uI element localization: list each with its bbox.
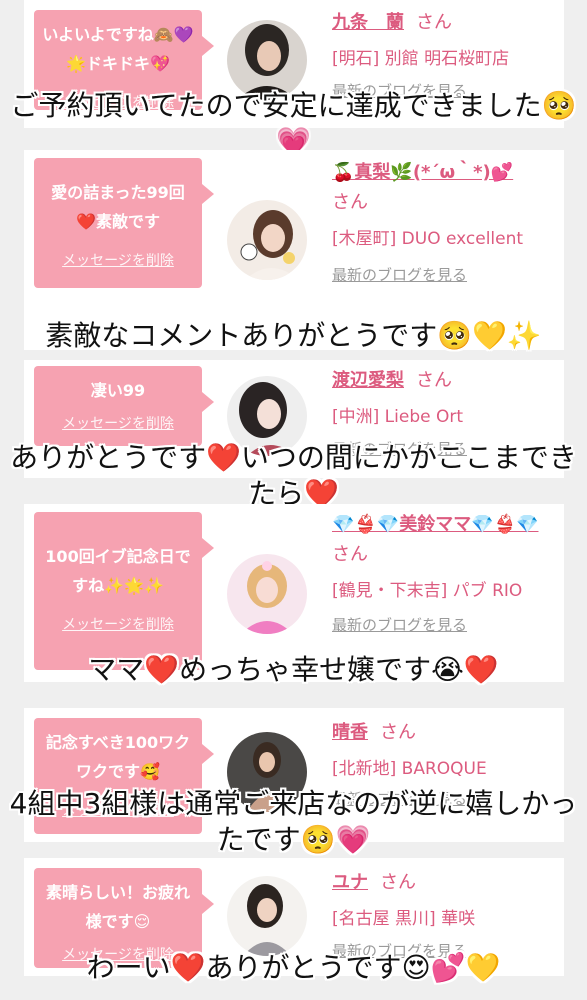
- honorific: さん: [380, 722, 416, 743]
- cast-name-link[interactable]: ユナ: [332, 872, 368, 893]
- woman-portrait-icon: [227, 876, 307, 956]
- message-text: 100回イブ記念日ですね✨🌟✨: [45, 547, 191, 595]
- message-bubble: 愛の詰まった99回❤️素敵です メッセージを削除: [34, 158, 214, 288]
- overlay-caption: 素敵なコメントありがとうです🥺💛✨: [45, 319, 542, 352]
- honorific: さん: [416, 370, 452, 391]
- woman-portrait-icon: [227, 200, 307, 280]
- latest-blog-link[interactable]: 最新のブログを見る: [332, 264, 554, 286]
- cast-info: 💎👙💎美鈴ママ💎👙💎 さん [鶴見・下末吉] パブ RIO 最新のブログを見る: [332, 510, 554, 636]
- shop-name: [木屋町] DUO excellent: [332, 229, 524, 249]
- avatar[interactable]: [227, 554, 307, 634]
- honorific: さん: [332, 544, 368, 565]
- delete-message-link[interactable]: メッセージを削除: [62, 614, 174, 634]
- message-text: いよいよですね🙈💜🌟ドキドキ💖: [42, 25, 194, 73]
- overlay-caption: 4組中3組様は通常ご来店なのが逆に嬉しかったです🥺💗: [9, 787, 578, 856]
- message-text: 愛の詰まった99回❤️素敵です: [51, 183, 185, 231]
- message-bubble: 凄い99 メッセージを削除: [34, 366, 214, 446]
- cast-name-link[interactable]: 渡辺愛梨: [332, 370, 404, 391]
- overlay-caption: ママ❤️めっちゃ幸せ嬢です😭❤️: [88, 653, 499, 686]
- message-bubble: 100回イブ記念日ですね✨🌟✨ メッセージを削除: [34, 512, 214, 670]
- cast-name-link[interactable]: 晴香: [332, 722, 368, 743]
- honorific: さん: [332, 192, 368, 213]
- message-text: 素晴らしい！お疲れ様です😌: [45, 883, 190, 931]
- shop-name: [明石] 別館 明石桜町店: [332, 49, 510, 69]
- shop-name: [中洲] Liebe Ort: [332, 407, 464, 427]
- avatar[interactable]: [227, 876, 307, 956]
- shop-name: [名古屋 黒川] 華咲: [332, 909, 476, 929]
- honorific: さん: [416, 12, 452, 33]
- cast-info: 🍒真梨🌿(*´ω｀*)💕 さん [木屋町] DUO excellent 最新のブ…: [332, 158, 554, 286]
- delete-message-link[interactable]: メッセージを削除: [62, 250, 174, 270]
- message-text: 記念すべき100ワクワクです🥰: [45, 733, 191, 781]
- latest-blog-link[interactable]: 最新のブログを見る: [332, 614, 554, 636]
- cast-info: ユナ さん [名古屋 黒川] 華咲 最新のブログを見る: [332, 868, 554, 962]
- cast-name-link[interactable]: 🍒真梨🌿(*´ω｀*)💕: [332, 162, 513, 183]
- overlay-caption: わーい❤️ありがとうです😍💕💛: [86, 951, 501, 984]
- shop-name: [北新地] BAROQUE: [332, 759, 487, 779]
- delete-message-link[interactable]: メッセージを削除: [62, 413, 174, 433]
- woman-portrait-icon: [227, 554, 307, 634]
- message-text: 凄い99: [90, 381, 146, 400]
- avatar[interactable]: [227, 200, 307, 280]
- shop-name: [鶴見・下末吉] パブ RIO: [332, 581, 523, 601]
- overlay-caption: ありがとうです❤️いつの間にかかここまできたら❤️: [10, 441, 577, 510]
- honorific: さん: [380, 872, 416, 893]
- cast-name-link[interactable]: 九条 蘭: [332, 12, 404, 33]
- cast-name-link[interactable]: 💎👙💎美鈴ママ💎👙💎: [332, 514, 538, 535]
